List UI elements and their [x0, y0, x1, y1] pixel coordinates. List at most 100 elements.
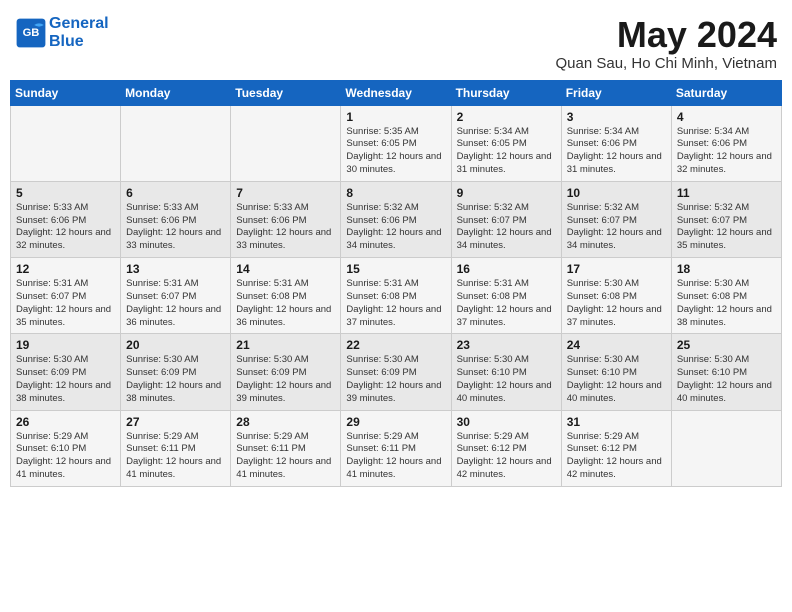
day-number: 3 [567, 110, 666, 124]
day-number: 11 [677, 186, 776, 200]
day-info: Sunrise: 5:31 AM Sunset: 6:08 PM Dayligh… [346, 278, 445, 329]
day-number: 26 [16, 415, 115, 429]
day-cell-26: 26 Sunrise: 5:29 AM Sunset: 6:10 PM Dayli… [11, 410, 121, 486]
day-cell-13: 13 Sunrise: 5:31 AM Sunset: 6:07 PM Dayli… [121, 258, 231, 334]
day-info: Sunrise: 5:30 AM Sunset: 6:08 PM Dayligh… [677, 278, 776, 329]
day-info: Sunrise: 5:30 AM Sunset: 6:09 PM Dayligh… [236, 354, 335, 405]
day-cell-6: 6Sunrise: 5:33 AM Sunset: 6:06 PM Daylig… [121, 181, 231, 257]
day-info: Sunrise: 5:30 AM Sunset: 6:09 PM Dayligh… [346, 354, 445, 405]
day-info: Sunrise: 5:30 AM Sunset: 6:10 PM Dayligh… [677, 354, 776, 405]
day-cell-2: 2 Sunrise: 5:34 AM Sunset: 6:05 PM Daylig… [451, 105, 561, 181]
day-cell-5: 5 Sunrise: 5:33 AM Sunset: 6:06 PM Daylig… [11, 181, 121, 257]
day-info: Sunrise: 5:33 AM Sunset: 6:06 PM Dayligh… [16, 202, 115, 253]
weekday-header-wednesday: Wednesday [341, 80, 451, 105]
day-info: Sunrise: 5:32 AM Sunset: 6:07 PM Dayligh… [677, 202, 776, 253]
day-info: Sunrise: 5:32 AM Sunset: 6:07 PM Dayligh… [567, 202, 666, 253]
day-number: 1 [346, 110, 445, 124]
day-info: Sunrise: 5:33 AM Sunset: 6:06 PM Dayligh… [236, 202, 335, 253]
weekday-header-row: SundayMondayTuesdayWednesdayThursdayFrid… [11, 80, 782, 105]
week-row-2: 5 Sunrise: 5:33 AM Sunset: 6:06 PM Daylig… [11, 181, 782, 257]
day-number: 16 [457, 262, 556, 276]
day-cell-14: 14 Sunrise: 5:31 AM Sunset: 6:08 PM Dayli… [231, 258, 341, 334]
week-row-5: 26 Sunrise: 5:29 AM Sunset: 6:10 PM Dayli… [11, 410, 782, 486]
day-number: 14 [236, 262, 335, 276]
day-info: Sunrise: 5:34 AM Sunset: 6:05 PM Dayligh… [457, 126, 556, 177]
empty-cell [671, 410, 781, 486]
day-cell-22: 22 Sunrise: 5:30 AM Sunset: 6:09 PM Dayli… [341, 334, 451, 410]
day-info: Sunrise: 5:29 AM Sunset: 6:12 PM Dayligh… [567, 431, 666, 482]
day-number: 5 [16, 186, 115, 200]
day-cell-3: 3 Sunrise: 5:34 AM Sunset: 6:06 PM Daylig… [561, 105, 671, 181]
day-info: Sunrise: 5:31 AM Sunset: 6:08 PM Dayligh… [236, 278, 335, 329]
day-cell-16: 16 Sunrise: 5:31 AM Sunset: 6:08 PM Dayli… [451, 258, 561, 334]
day-info: Sunrise: 5:34 AM Sunset: 6:06 PM Dayligh… [567, 126, 666, 177]
day-info: Sunrise: 5:30 AM Sunset: 6:09 PM Dayligh… [126, 354, 225, 405]
empty-cell [231, 105, 341, 181]
week-row-1: 1 Sunrise: 5:35 AM Sunset: 6:05 PM Daylig… [11, 105, 782, 181]
day-info: Sunrise: 5:31 AM Sunset: 6:07 PM Dayligh… [16, 278, 115, 329]
day-number: 18 [677, 262, 776, 276]
day-cell-9: 9Sunrise: 5:32 AM Sunset: 6:07 PM Daylig… [451, 181, 561, 257]
day-cell-1: 1 Sunrise: 5:35 AM Sunset: 6:05 PM Daylig… [341, 105, 451, 181]
empty-cell [121, 105, 231, 181]
page-header: GB General Blue May 2024 Quan Sau, Ho Ch… [10, 10, 782, 72]
day-number: 13 [126, 262, 225, 276]
day-cell-4: 4 Sunrise: 5:34 AM Sunset: 6:06 PM Daylig… [671, 105, 781, 181]
day-info: Sunrise: 5:30 AM Sunset: 6:10 PM Dayligh… [457, 354, 556, 405]
day-number: 10 [567, 186, 666, 200]
day-number: 4 [677, 110, 776, 124]
day-number: 19 [16, 338, 115, 352]
day-info: Sunrise: 5:30 AM Sunset: 6:08 PM Dayligh… [567, 278, 666, 329]
day-cell-10: 10 Sunrise: 5:32 AM Sunset: 6:07 PM Dayli… [561, 181, 671, 257]
weekday-header-sunday: Sunday [11, 80, 121, 105]
day-cell-11: 11 Sunrise: 5:32 AM Sunset: 6:07 PM Dayli… [671, 181, 781, 257]
day-info: Sunrise: 5:29 AM Sunset: 6:11 PM Dayligh… [346, 431, 445, 482]
day-number: 27 [126, 415, 225, 429]
empty-cell [11, 105, 121, 181]
day-info: Sunrise: 5:31 AM Sunset: 6:08 PM Dayligh… [457, 278, 556, 329]
day-info: Sunrise: 5:29 AM Sunset: 6:12 PM Dayligh… [457, 431, 556, 482]
day-number: 2 [457, 110, 556, 124]
day-number: 22 [346, 338, 445, 352]
day-number: 24 [567, 338, 666, 352]
month-title: May 2024 [555, 15, 777, 55]
weekday-header-tuesday: Tuesday [231, 80, 341, 105]
day-cell-21: 21 Sunrise: 5:30 AM Sunset: 6:09 PM Dayli… [231, 334, 341, 410]
title-area: May 2024 Quan Sau, Ho Chi Minh, Vietnam [555, 15, 777, 72]
day-cell-30: 30 Sunrise: 5:29 AM Sunset: 6:12 PM Dayli… [451, 410, 561, 486]
day-cell-17: 17Sunrise: 5:30 AM Sunset: 6:08 PM Dayli… [561, 258, 671, 334]
weekday-header-thursday: Thursday [451, 80, 561, 105]
day-number: 23 [457, 338, 556, 352]
day-number: 29 [346, 415, 445, 429]
day-info: Sunrise: 5:32 AM Sunset: 6:07 PM Dayligh… [457, 202, 556, 253]
logo-icon: GB [15, 17, 47, 49]
day-number: 12 [16, 262, 115, 276]
day-cell-29: 29 Sunrise: 5:29 AM Sunset: 6:11 PM Dayli… [341, 410, 451, 486]
location: Quan Sau, Ho Chi Minh, Vietnam [555, 55, 777, 72]
day-info: Sunrise: 5:34 AM Sunset: 6:06 PM Dayligh… [677, 126, 776, 177]
day-number: 8 [346, 186, 445, 200]
day-number: 21 [236, 338, 335, 352]
calendar-table: SundayMondayTuesdayWednesdayThursdayFrid… [10, 80, 782, 487]
day-info: Sunrise: 5:31 AM Sunset: 6:07 PM Dayligh… [126, 278, 225, 329]
day-cell-31: 31 Sunrise: 5:29 AM Sunset: 6:12 PM Dayli… [561, 410, 671, 486]
day-number: 31 [567, 415, 666, 429]
day-number: 30 [457, 415, 556, 429]
logo: GB General Blue [15, 15, 109, 50]
day-number: 25 [677, 338, 776, 352]
day-cell-27: 27Sunrise: 5:29 AM Sunset: 6:11 PM Dayli… [121, 410, 231, 486]
day-number: 15 [346, 262, 445, 276]
day-cell-7: 7Sunrise: 5:33 AM Sunset: 6:06 PM Daylig… [231, 181, 341, 257]
day-cell-19: 19Sunrise: 5:30 AM Sunset: 6:09 PM Dayli… [11, 334, 121, 410]
day-cell-8: 8Sunrise: 5:32 AM Sunset: 6:06 PM Daylig… [341, 181, 451, 257]
day-cell-25: 25 Sunrise: 5:30 AM Sunset: 6:10 PM Dayli… [671, 334, 781, 410]
day-number: 28 [236, 415, 335, 429]
day-info: Sunrise: 5:29 AM Sunset: 6:10 PM Dayligh… [16, 431, 115, 482]
logo-text: General Blue [49, 15, 109, 50]
day-info: Sunrise: 5:35 AM Sunset: 6:05 PM Dayligh… [346, 126, 445, 177]
weekday-header-saturday: Saturday [671, 80, 781, 105]
svg-text:GB: GB [23, 27, 40, 39]
day-cell-18: 18 Sunrise: 5:30 AM Sunset: 6:08 PM Dayli… [671, 258, 781, 334]
day-cell-24: 24Sunrise: 5:30 AM Sunset: 6:10 PM Dayli… [561, 334, 671, 410]
day-cell-12: 12 Sunrise: 5:31 AM Sunset: 6:07 PM Dayli… [11, 258, 121, 334]
